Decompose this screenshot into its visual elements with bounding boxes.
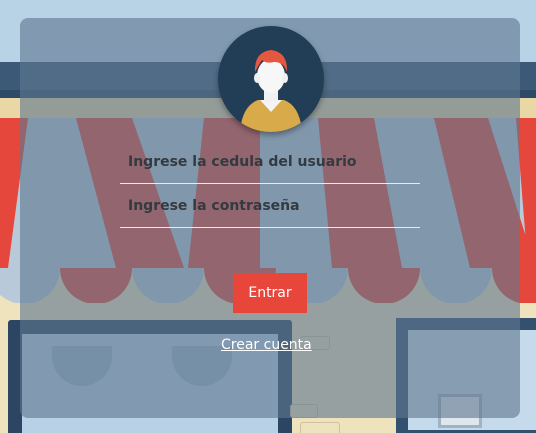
create-account-link[interactable]: Crear cuenta (221, 337, 312, 353)
user-id-input[interactable] (128, 150, 418, 174)
login-button[interactable]: Entrar (233, 273, 307, 313)
password-field[interactable] (120, 184, 420, 228)
password-input[interactable] (128, 194, 418, 218)
user-id-field[interactable] (120, 140, 420, 184)
shelf (300, 422, 340, 433)
user-avatar-icon (218, 26, 324, 132)
